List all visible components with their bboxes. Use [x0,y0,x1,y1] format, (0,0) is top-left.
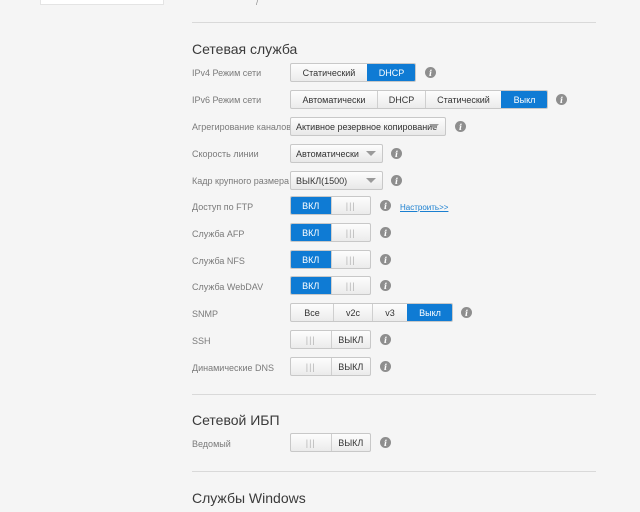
toggle-state: ВКЛ [291,251,331,268]
section-title-windows-services: Службы Windows [192,490,306,506]
toggle-grip: ||| [291,358,331,375]
section-title-network-ups: Сетевой ИБП [192,412,280,428]
ddns-label: Динамические DNS [192,363,274,373]
ipv6-mode-segmented: Автоматически DHCP Статический Выкл [290,90,548,109]
toggle-state: ВЫКЛ [330,434,371,451]
link-speed-value: Автоматически [296,148,359,159]
nfs-service-label: Служба NFS [192,256,245,266]
toggle-grip: ||| [330,277,371,294]
info-icon[interactable]: i [380,334,391,345]
info-icon[interactable]: i [455,121,466,132]
info-icon[interactable]: i [425,67,436,78]
ups-slave-toggle[interactable]: ||| ВЫКЛ [290,433,371,452]
info-icon[interactable]: i [380,200,391,211]
nfs-toggle[interactable]: ВКЛ ||| [290,250,371,269]
snmp-option-all[interactable]: Все [291,304,333,321]
ipv6-mode-label: IPv6 Режим сети [192,95,262,105]
snmp-option-v3[interactable]: v3 [372,304,407,321]
ssh-label: SSH [192,336,211,346]
grip-icon: ||| [345,280,356,291]
webdav-service-label: Служба WebDAV [192,282,264,292]
jumbo-frame-label: Кадр крупного размера [192,176,290,186]
toggle-state: ВКЛ [291,224,331,241]
link-speed-dropdown[interactable]: Автоматически [290,144,383,163]
ftp-configure-link[interactable]: Настроить>> [400,203,448,212]
snmp-label: SNMP [192,309,219,319]
ssh-toggle[interactable]: ||| ВЫКЛ [290,330,371,349]
ipv6-option-off[interactable]: Выкл [501,91,547,108]
jumbo-frame-value: ВЫКЛ(1500) [296,175,348,186]
afp-service-label: Служба AFP [192,229,245,239]
ipv4-option-dhcp[interactable]: DHCP [367,64,415,81]
grip-icon: ||| [305,334,316,345]
info-icon[interactable]: i [391,175,402,186]
chevron-down-icon [360,172,382,189]
ups-slave-label: Ведомый [192,439,231,449]
toggle-grip: ||| [291,331,331,348]
grip-icon: ||| [345,227,356,238]
info-icon[interactable]: i [380,254,391,265]
divider [192,394,596,395]
toggle-state: ВЫКЛ [330,331,371,348]
ipv4-mode-label: IPv4 Режим сети [192,68,262,78]
link-aggregation-label: Агрегирование каналов [192,122,292,132]
chevron-down-icon [360,145,382,162]
top-text-fragment: / [256,0,259,7]
info-icon[interactable]: i [380,227,391,238]
ipv6-option-static[interactable]: Статический [425,91,501,108]
toggle-grip: ||| [291,434,331,451]
snmp-option-v2c[interactable]: v2c [333,304,372,321]
divider [192,471,596,472]
link-aggregation-dropdown[interactable]: Активное резервное копирование [290,117,446,136]
toggle-grip: ||| [330,251,371,268]
snmp-segmented: Все v2c v3 Выкл [290,303,453,322]
grip-icon: ||| [345,200,356,211]
section-title-network-service: Сетевая служба [192,41,298,57]
info-icon[interactable]: i [380,437,391,448]
info-icon[interactable]: i [461,307,472,318]
ipv4-mode-segmented: Статический DHCP [290,63,416,82]
snmp-option-off[interactable]: Выкл [407,304,452,321]
grip-icon: ||| [345,254,356,265]
left-panel [40,0,164,5]
toggle-state: ВЫКЛ [330,358,371,375]
ipv6-option-dhcp[interactable]: DHCP [377,91,425,108]
ftp-access-label: Доступ по FTP [192,202,254,212]
info-icon[interactable]: i [380,361,391,372]
info-icon[interactable]: i [391,148,402,159]
info-icon[interactable]: i [556,94,567,105]
grip-icon: ||| [305,361,316,372]
divider [192,22,596,23]
info-icon[interactable]: i [380,280,391,291]
jumbo-frame-dropdown[interactable]: ВЫКЛ(1500) [290,171,383,190]
ipv4-option-static[interactable]: Статический [291,64,367,81]
grip-icon: ||| [305,437,316,448]
toggle-state: ВКЛ [291,197,331,214]
ddns-toggle[interactable]: ||| ВЫКЛ [290,357,371,376]
toggle-grip: ||| [330,197,371,214]
chevron-down-icon [423,118,445,135]
toggle-state: ВКЛ [291,277,331,294]
webdav-toggle[interactable]: ВКЛ ||| [290,276,371,295]
link-speed-label: Скорость линии [192,149,259,159]
afp-toggle[interactable]: ВКЛ ||| [290,223,371,242]
toggle-grip: ||| [330,224,371,241]
ftp-toggle[interactable]: ВКЛ ||| [290,196,371,215]
link-aggregation-value: Активное резервное копирование [296,121,438,132]
ipv6-option-auto[interactable]: Автоматически [291,91,377,108]
